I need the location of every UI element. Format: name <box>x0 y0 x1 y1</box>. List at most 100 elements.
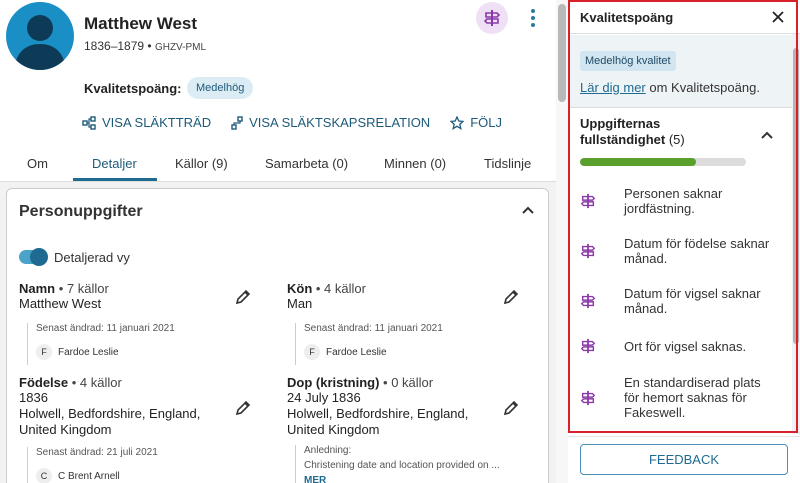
field-sex: Kön • 4 källor Man <box>287 281 366 312</box>
field-name: Namn • 7 källor Matthew West <box>19 281 109 312</box>
panel-scrollbar[interactable] <box>792 34 800 434</box>
issue-text-line: för hemort saknas för <box>624 390 747 405</box>
view-tree-button[interactable]: VISA SLÄKTTRÄD <box>82 115 211 130</box>
contributor-initial: C <box>36 468 52 483</box>
field-sex-contributor[interactable]: F Fardoe Leslie <box>304 344 443 360</box>
issue-item[interactable]: Datum för vigsel saknar månad. <box>580 286 780 316</box>
tab-collaborate[interactable]: Samarbeta (0) <box>265 156 348 171</box>
contributor-name: Fardoe Leslie <box>58 346 119 358</box>
issue-item[interactable]: Ort för vigsel saknas. <box>580 338 780 354</box>
field-birth-sources[interactable]: • 4 källor <box>68 375 122 390</box>
follow-button[interactable]: FÖLJ <box>450 115 502 130</box>
signpost-icon <box>580 293 596 309</box>
issue-item[interactable]: Datum för födelse saknar månad. <box>580 236 780 266</box>
chevron-up-icon[interactable] <box>521 205 535 215</box>
issue-text-line: månad. <box>624 301 668 316</box>
person-actions: VISA SLÄKTTRÄD VISA SLÄKTSKAPSRELATION F… <box>82 115 502 130</box>
panel-title: Kvalitetspoäng <box>580 10 674 25</box>
issue-text-line: Fakeswell. <box>624 405 686 420</box>
tab-details[interactable]: Detaljer <box>92 156 137 171</box>
completeness-count: (5) <box>665 132 685 147</box>
issue-text-line: Datum för födelse saknar <box>624 236 770 251</box>
panel-summary-background <box>570 35 792 107</box>
page-scrollbar-thumb[interactable] <box>558 4 566 102</box>
tab-sources[interactable]: Källor (9) <box>175 156 228 171</box>
vitals-card: Personuppgifter Detaljerad vy Namn • 7 k… <box>6 188 549 483</box>
tab-about[interactable]: Om <box>27 156 48 171</box>
view-relationship-label: VISA SLÄKTSKAPSRELATION <box>249 115 431 130</box>
page-scrollbar[interactable] <box>556 0 568 483</box>
tree-icon <box>82 115 96 130</box>
field-birth-changed: Senast ändrad: 21 juli 2021 <box>36 447 158 458</box>
kebab-dot-icon <box>531 23 535 27</box>
person-lifespan: 1836–1879 • GHZV-PML <box>84 39 206 53</box>
learn-more-link[interactable]: Lär dig mer <box>580 80 646 95</box>
person-page: Matthew West 1836–1879 • GHZV-PML Kvalit… <box>0 0 556 483</box>
field-birth-title: Födelse <box>19 375 69 390</box>
issue-text-line: Personen saknar <box>624 186 723 201</box>
star-icon <box>450 115 465 130</box>
completeness-title[interactable]: Uppgifternas fullständighet (5) <box>580 116 740 148</box>
field-birth-date: 1836 <box>19 390 48 405</box>
contributor-initial: F <box>36 344 52 360</box>
view-relationship-button[interactable]: VISA SLÄKTSKAPSRELATION <box>231 115 430 130</box>
edit-name-pencil-icon[interactable] <box>235 289 251 305</box>
person-id: GHZV-PML <box>154 42 207 53</box>
field-christening-more-link[interactable]: MER <box>304 475 500 483</box>
quality-score-panel: Kvalitetspoäng Medelhög kvalitet Lär dig… <box>568 0 800 483</box>
panel-scrollbar-thumb[interactable] <box>793 48 799 344</box>
field-christening: Dop (kristning) • 0 källor 24 July 1836 … <box>287 375 468 438</box>
field-birth-meta: Senast ändrad: 21 juli 2021 C C Brent Ar… <box>27 447 158 483</box>
field-name-changed: Senast ändrad: 11 januari 2021 <box>36 323 175 334</box>
detailed-view-toggle[interactable] <box>19 248 48 266</box>
person-name: Matthew West <box>84 14 198 33</box>
issue-text-line: En standardiserad plats <box>624 375 761 390</box>
field-birth-place-line1: Holwell, Bedfordshire, England, <box>19 406 201 421</box>
field-name-title: Namn <box>19 281 56 296</box>
tab-memories[interactable]: Minnen (0) <box>384 156 446 171</box>
field-christening-reason: Christening date and location provided o… <box>304 460 500 471</box>
learn-more-text: Lär dig mer om Kvalitetspoäng. <box>580 80 760 95</box>
issue-text-line: månad. <box>624 251 668 266</box>
feedback-button[interactable]: FEEDBACK <box>580 444 788 475</box>
close-icon[interactable] <box>771 10 785 24</box>
quality-score-label: Kvalitetspoäng: <box>84 81 182 96</box>
field-birth-contributor[interactable]: C C Brent Arnell <box>36 468 158 483</box>
signpost-icon <box>580 243 596 259</box>
issue-text-line: Ort för vigsel saknas. <box>624 338 747 354</box>
tab-bar: Om Detaljer Källor (9) Samarbeta (0) Min… <box>0 148 556 182</box>
edit-birth-pencil-icon[interactable] <box>235 400 251 416</box>
vitals-card-title: Personuppgifter <box>19 203 143 220</box>
quality-score-badge[interactable]: Medelhög <box>187 77 254 99</box>
edit-sex-pencil-icon[interactable] <box>503 289 519 305</box>
person-silhouette-icon <box>14 15 66 70</box>
more-options-button[interactable] <box>524 6 542 30</box>
field-name-sources[interactable]: • 7 källor <box>55 281 109 296</box>
kebab-dot-icon <box>531 9 535 13</box>
contributor-name: Fardoe Leslie <box>326 346 387 358</box>
panel-header: Kvalitetspoäng <box>568 0 800 34</box>
quality-signpost-button[interactable] <box>476 2 508 34</box>
issue-item[interactable]: Personen saknar jordfästning. <box>580 186 780 216</box>
chevron-up-icon[interactable] <box>760 130 774 140</box>
completeness-title-text: Uppgifternas fullständighet <box>580 116 666 147</box>
field-christening-place-line1: Holwell, Bedfordshire, England, <box>287 406 469 421</box>
view-tree-label: VISA SLÄKTTRÄD <box>102 115 212 130</box>
issue-item[interactable]: En standardiserad plats för hemort saknas… <box>580 375 780 420</box>
signpost-icon <box>580 193 596 209</box>
kebab-dot-icon <box>531 16 535 20</box>
field-christening-sources[interactable]: • 0 källor <box>379 375 433 390</box>
follow-label: FÖLJ <box>470 115 502 130</box>
avatar <box>6 2 74 70</box>
edit-christening-pencil-icon[interactable] <box>503 400 519 416</box>
field-sex-sources[interactable]: • 4 källor <box>312 281 366 296</box>
field-name-contributor[interactable]: F Fardoe Leslie <box>36 344 175 360</box>
field-sex-value: Man <box>287 296 313 311</box>
field-name-value: Matthew West <box>19 296 102 311</box>
tab-timeline[interactable]: Tidslinje <box>484 156 531 171</box>
field-christening-meta: Anledning: Christening date and location… <box>295 445 500 483</box>
field-name-meta: Senast ändrad: 11 januari 2021 F Fardoe … <box>27 323 175 365</box>
completeness-progress-bar <box>580 158 746 166</box>
field-christening-place-line2: United Kingdom <box>287 422 380 437</box>
active-tab-indicator <box>73 178 157 181</box>
